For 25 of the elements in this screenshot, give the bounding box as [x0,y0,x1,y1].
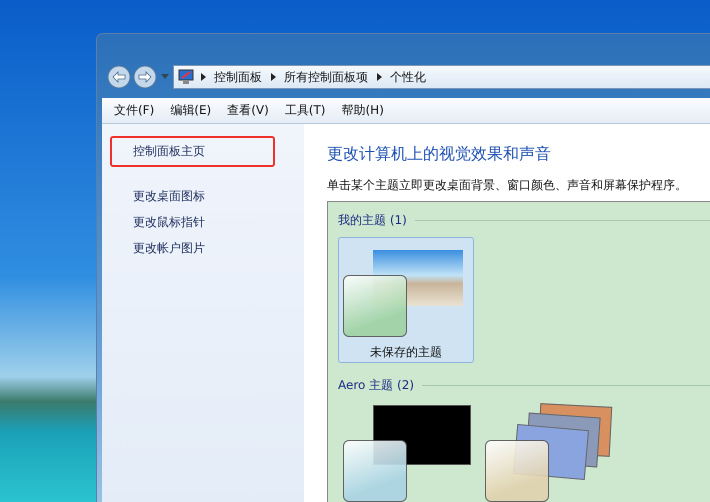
chevron-icon [201,73,207,81]
sidebar-link[interactable]: 更改桌面图标 [110,185,273,208]
menu-item[interactable]: 帮助(H) [334,100,392,121]
sidebar-link[interactable]: 更改鼠标指针 [110,211,273,234]
menu-item[interactable]: 文件(F) [106,100,162,121]
breadcrumb[interactable]: 个性化 [390,68,426,86]
page-title: 更改计算机上的视觉效果和声音 [327,144,552,165]
page-description: 单击某个主题立即更改桌面背景、窗口颜色、声音和屏幕保护程序。 [327,177,688,194]
sidebar-link[interactable]: 更改帐户图片 [110,237,273,260]
breadcrumb[interactable]: 所有控制面板项 [284,68,368,86]
menu-item[interactable]: 查看(V) [219,100,277,121]
group-heading: 我的主题 (1) [338,212,407,229]
group-heading: Aero 主题 (2) [338,377,414,394]
monitor-icon [178,69,194,85]
theme-tile[interactable]: 未保存的主题 [338,237,474,363]
forward-button[interactable] [133,65,157,89]
theme-name: 未保存的主题 [370,344,442,361]
back-button[interactable] [107,65,131,89]
chevron-icon [377,73,383,81]
sidebar-link[interactable]: 控制面板主页 [110,136,275,167]
address-bar[interactable]: 控制面板 所有控制面板项 个性化 [173,65,710,89]
breadcrumb[interactable]: 控制面板 [214,68,262,86]
menu-item[interactable]: 编辑(E) [162,100,220,121]
menu-item[interactable]: 工具(T) [276,100,334,121]
chevron-icon [271,73,277,81]
